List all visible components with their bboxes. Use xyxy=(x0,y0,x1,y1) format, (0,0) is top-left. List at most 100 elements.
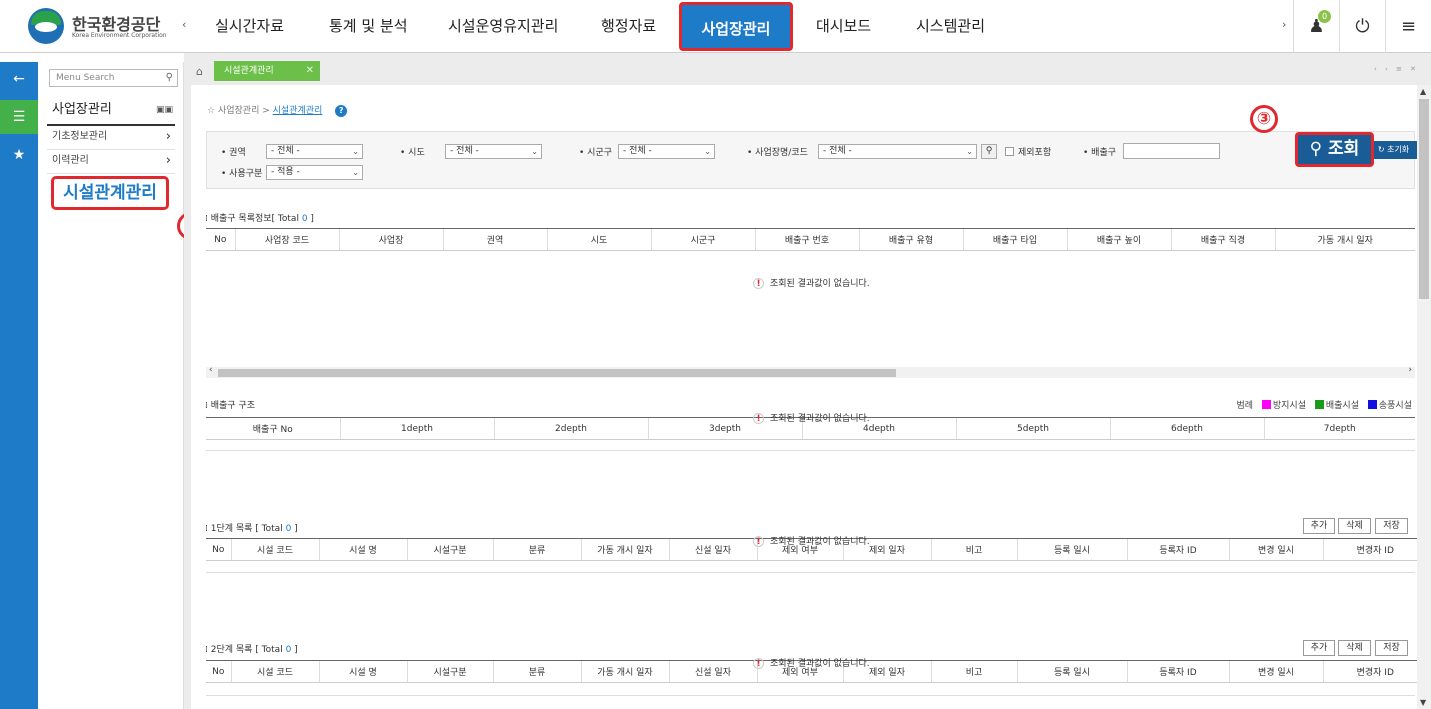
menu-item-facility-relation[interactable]: 시설관계관리 xyxy=(51,176,169,210)
vertical-scrollbar[interactable]: ▲ ▼ xyxy=(1417,85,1431,709)
column-header[interactable]: 가동 개시 일자 xyxy=(580,538,669,561)
tab-tools-icon[interactable]: ‹ › ≡ ✕ xyxy=(1374,65,1419,73)
breadcrumb-root[interactable]: 사업장관리 xyxy=(218,106,259,116)
scrollbar-thumb[interactable] xyxy=(218,369,896,377)
column-header[interactable]: 등록 일시 xyxy=(1016,660,1127,683)
column-header[interactable]: 2depth xyxy=(493,417,648,440)
sigungu-select[interactable]: - 전체 - ⌄ xyxy=(618,144,715,159)
home-icon[interactable]: ⌂ xyxy=(196,65,203,78)
column-header[interactable]: 등록자 ID xyxy=(1126,538,1229,561)
outlet-input[interactable] xyxy=(1123,143,1220,159)
search-icon[interactable]: ⚲ xyxy=(166,70,173,86)
column-header[interactable]: 시설 코드 xyxy=(230,660,319,683)
company-logo[interactable]: 한국환경공단 Korea Environment Corporation xyxy=(28,8,188,46)
nav-item-realtime[interactable]: 실시간자료 xyxy=(215,0,284,53)
column-header[interactable]: 6depth xyxy=(1109,417,1264,440)
column-header[interactable]: No xyxy=(206,660,231,683)
column-header[interactable]: 배출구 유형 xyxy=(858,228,963,251)
tab-facility-relation[interactable]: 시설관계관리 ✕ xyxy=(214,61,320,81)
column-header[interactable]: 분류 xyxy=(492,538,581,561)
nav-item-facility-ops[interactable]: 시설운영유지관리 xyxy=(448,0,558,53)
scroll-up-icon[interactable]: ▲ xyxy=(1420,87,1426,96)
column-header[interactable]: 등록 일시 xyxy=(1016,538,1127,561)
stage2-add-button[interactable]: 추가 xyxy=(1303,640,1335,656)
section-divider xyxy=(206,572,1415,573)
horizontal-scrollbar[interactable]: ‹ › xyxy=(206,365,1415,378)
empty-message: ! 조회된 결과값이 없습니다. xyxy=(753,276,870,289)
reset-button[interactable]: ↻ 초기화 xyxy=(1369,141,1418,159)
query-button[interactable]: ⚲ 조회 xyxy=(1295,132,1374,167)
column-header[interactable]: 비고 xyxy=(930,660,1017,683)
stage2-delete-button[interactable]: 삭제 xyxy=(1338,640,1371,656)
column-header[interactable]: 변경자 ID xyxy=(1322,538,1427,561)
column-header[interactable]: 1depth xyxy=(339,417,494,440)
stage2-save-button[interactable]: 저장 xyxy=(1375,640,1408,656)
nav-item-admin-data[interactable]: 행정자료 xyxy=(601,0,656,53)
favorite-star-icon[interactable]: ★ xyxy=(0,138,38,172)
column-header[interactable]: 시설 명 xyxy=(318,538,407,561)
stage1-add-button[interactable]: 추가 xyxy=(1303,518,1335,534)
column-header[interactable]: 사업장 xyxy=(338,228,443,251)
nav-prev-arrow[interactable]: ‹ xyxy=(182,18,186,31)
column-header[interactable]: 7depth xyxy=(1263,417,1415,440)
column-header[interactable]: 배출구 높이 xyxy=(1066,228,1171,251)
region-select[interactable]: - 전체 - ⌄ xyxy=(266,144,363,159)
nav-item-dashboard[interactable]: 대시보드 xyxy=(816,0,871,53)
column-header[interactable]: 권역 xyxy=(442,228,547,251)
column-header[interactable]: 신설 일자 xyxy=(668,538,757,561)
column-header[interactable]: 시설 명 xyxy=(318,660,407,683)
close-icon[interactable]: ✕ xyxy=(306,61,314,81)
column-header[interactable]: No xyxy=(206,538,231,561)
scrollbar-thumb[interactable] xyxy=(1419,99,1429,299)
column-header[interactable]: 변경 일시 xyxy=(1228,660,1323,683)
column-header[interactable]: 시설구분 xyxy=(406,660,493,683)
user-icon[interactable]: ♟ 0 xyxy=(1293,0,1339,53)
column-header[interactable]: No xyxy=(206,228,235,251)
column-header[interactable]: 가동 개시 일자 xyxy=(580,660,669,683)
column-header[interactable]: 배출구 번호 xyxy=(754,228,859,251)
scroll-down-icon[interactable]: ▼ xyxy=(1420,698,1426,707)
scroll-right-icon[interactable]: › xyxy=(1408,365,1412,375)
column-header[interactable]: 신설 일자 xyxy=(668,660,757,683)
column-header[interactable]: 5depth xyxy=(955,417,1110,440)
menu-list-icon[interactable]: ☰ xyxy=(0,100,38,134)
legend-item: 송풍시설 xyxy=(1378,401,1412,411)
business-select[interactable]: - 전체 - ⌄ xyxy=(818,144,977,159)
sido-select[interactable]: - 전체 - ⌄ xyxy=(445,144,542,159)
column-header[interactable]: 변경자 ID xyxy=(1322,660,1427,683)
exclude-checkbox[interactable] xyxy=(1005,147,1014,156)
stage1-save-button[interactable]: 저장 xyxy=(1375,518,1408,534)
column-header[interactable]: 시설 코드 xyxy=(230,538,319,561)
use-type-select[interactable]: - 적용 - ⌄ xyxy=(266,165,363,180)
back-circle-icon[interactable]: ← xyxy=(0,62,38,96)
menu-search-input[interactable]: Menu Search ⚲ xyxy=(49,69,178,87)
column-header[interactable]: 시도 xyxy=(546,228,651,251)
column-header[interactable]: 배출구 No xyxy=(206,417,340,440)
menu-item-basic-info[interactable]: 기초정보관리 › xyxy=(47,126,175,150)
menu-plus-icon[interactable]: ≡ xyxy=(1385,0,1431,53)
power-icon[interactable]: ⏻ xyxy=(1339,0,1385,53)
help-icon[interactable]: ? xyxy=(335,105,348,117)
column-header[interactable]: 분류 xyxy=(492,660,581,683)
logo-mark-icon xyxy=(28,8,64,44)
column-header[interactable]: 배출구 직경 xyxy=(1170,228,1275,251)
nav-item-statistics[interactable]: 통계 및 분석 xyxy=(329,0,408,53)
column-header[interactable]: 사업장 코드 xyxy=(234,228,339,251)
nav-item-system[interactable]: 시스템관리 xyxy=(916,0,985,53)
menu-item-history[interactable]: 이력관리 › xyxy=(47,150,175,174)
star-icon[interactable]: ☆ xyxy=(207,106,215,116)
nav-next-arrow[interactable]: › xyxy=(1282,18,1286,31)
expand-collapse-icon[interactable]: ▣▣ xyxy=(156,98,173,122)
business-search-icon[interactable]: ⚲ xyxy=(981,144,997,159)
scroll-left-icon[interactable]: ‹ xyxy=(209,365,213,375)
column-header[interactable]: 변경 일시 xyxy=(1228,538,1323,561)
column-header[interactable]: 비고 xyxy=(930,538,1017,561)
column-header[interactable]: 가동 개시 일자 xyxy=(1274,228,1415,251)
stage1-delete-button[interactable]: 삭제 xyxy=(1338,518,1371,534)
breadcrumb-current[interactable]: 시설관계관리 xyxy=(273,106,323,116)
column-header[interactable]: 시군구 xyxy=(650,228,755,251)
column-header[interactable]: 시설구분 xyxy=(406,538,493,561)
column-header[interactable]: 배출구 타입 xyxy=(962,228,1067,251)
column-header[interactable]: 등록자 ID xyxy=(1126,660,1229,683)
nav-item-business-site[interactable]: 사업장관리 xyxy=(679,2,793,51)
